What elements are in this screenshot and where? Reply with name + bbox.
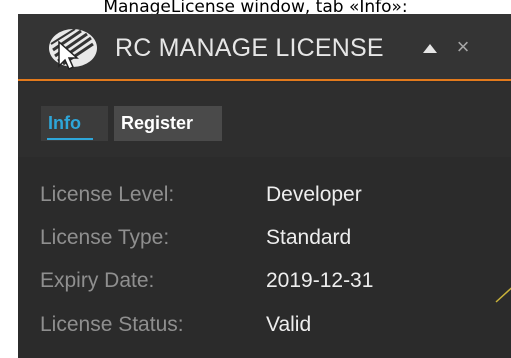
tab-info[interactable]: Info bbox=[41, 106, 108, 141]
tab-register[interactable]: Register bbox=[114, 106, 222, 141]
expiry-date-value: 2019-12-31 bbox=[266, 269, 374, 292]
manage-license-window: RC MANAGE LICENSE × Info Register Licens… bbox=[18, 14, 511, 358]
rc-logo-icon bbox=[43, 26, 101, 71]
license-status-value: Valid bbox=[266, 313, 312, 336]
tab-bar: Info Register bbox=[18, 83, 511, 157]
tab-register-label: Register bbox=[121, 113, 194, 133]
active-tab-indicator bbox=[47, 138, 93, 140]
license-type-label: License Type: bbox=[40, 226, 170, 249]
tab-info-label: Info bbox=[48, 113, 81, 133]
license-type-row: License Type: Standard bbox=[18, 220, 511, 260]
expiry-date-row: Expiry Date: 2019-12-31 bbox=[18, 263, 511, 303]
license-level-row: License Level: Developer bbox=[18, 177, 511, 217]
license-level-value: Developer bbox=[266, 183, 362, 206]
license-status-row: License Status: Valid bbox=[18, 307, 511, 347]
close-button[interactable]: × bbox=[450, 34, 476, 60]
info-panel: License Level: Developer License Type: S… bbox=[18, 157, 511, 358]
license-type-value: Standard bbox=[266, 226, 352, 249]
collapse-button[interactable] bbox=[420, 40, 440, 56]
license-level-label: License Level: bbox=[40, 183, 175, 206]
triangle-up-icon bbox=[423, 44, 437, 53]
window-title: RC MANAGE LICENSE bbox=[115, 34, 384, 62]
background-guide-line bbox=[488, 270, 511, 310]
license-status-label: License Status: bbox=[40, 313, 184, 336]
title-bar[interactable]: RC MANAGE LICENSE × bbox=[18, 14, 511, 81]
expiry-date-label: Expiry Date: bbox=[40, 269, 155, 292]
